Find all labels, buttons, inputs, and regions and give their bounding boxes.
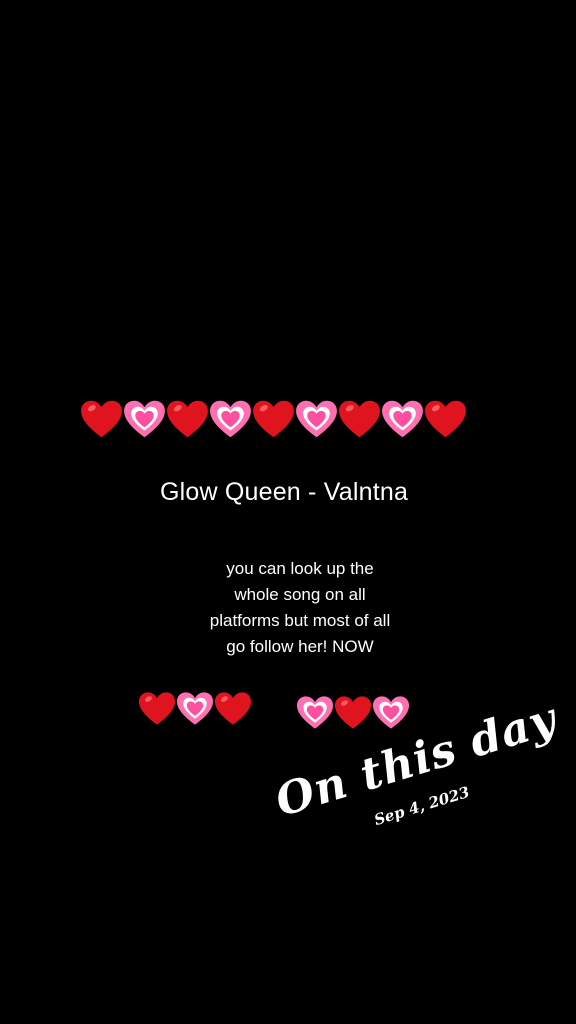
heart-row-top — [80, 398, 467, 441]
message-text: you can look up the whole song on all pl… — [180, 556, 420, 660]
red-heart-icon — [424, 398, 467, 441]
pink-heart-icon — [209, 398, 252, 441]
pink-heart-icon — [381, 398, 424, 441]
message-line: go follow her! NOW — [226, 637, 374, 656]
red-heart-icon — [214, 690, 252, 728]
message-line: whole song on all — [234, 585, 366, 604]
red-heart-icon — [138, 690, 176, 728]
pink-heart-icon — [176, 690, 214, 728]
pink-heart-icon — [295, 398, 338, 441]
red-heart-icon — [338, 398, 381, 441]
red-heart-icon — [80, 398, 123, 441]
pink-heart-icon — [123, 398, 166, 441]
red-heart-icon — [252, 398, 295, 441]
heart-row-bottom-left — [138, 690, 252, 728]
message-line: platforms but most of all — [209, 611, 391, 630]
message-line: you can look up the — [226, 559, 374, 578]
red-heart-icon — [166, 398, 209, 441]
song-title: Glow Queen - Valntna — [159, 478, 409, 506]
on-this-day-sticker[interactable]: On this day Sep 4, 2023 — [258, 661, 563, 874]
